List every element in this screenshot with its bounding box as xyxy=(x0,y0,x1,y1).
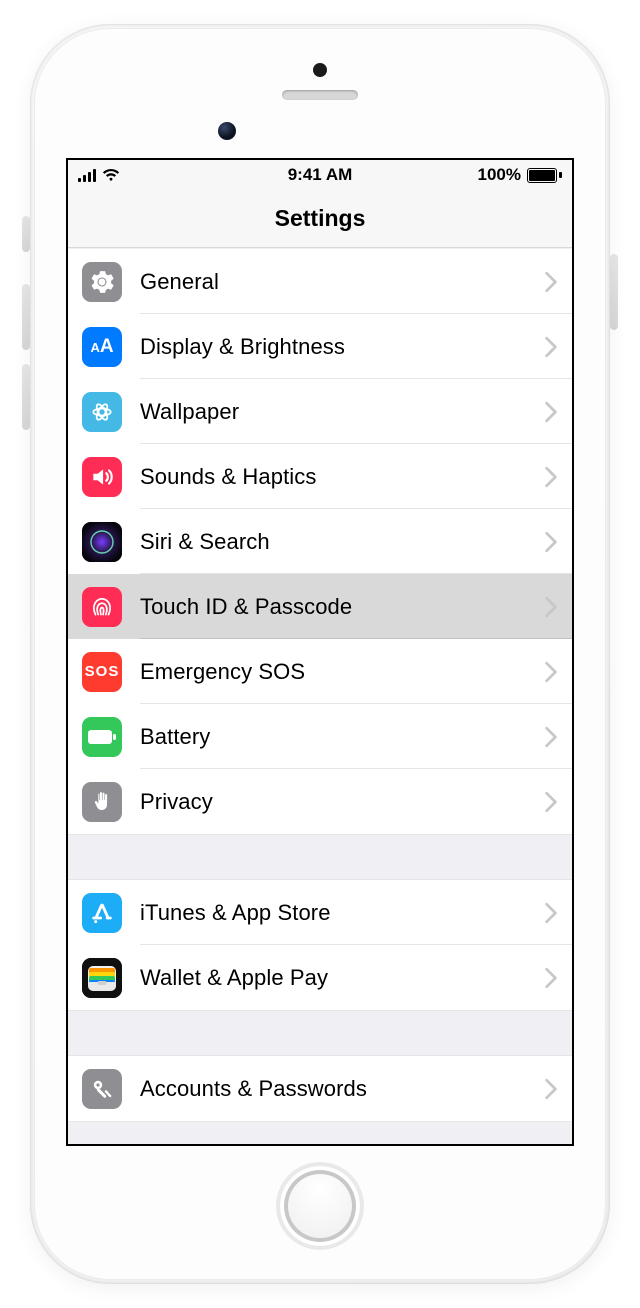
wallpaper-icon xyxy=(82,392,122,432)
sos-icon: SOS xyxy=(82,652,122,692)
navbar: Settings xyxy=(68,190,572,248)
privacy-icon xyxy=(82,782,122,822)
sounds-icon xyxy=(82,457,122,497)
screen: 9:41 AM 100% Settings xyxy=(66,158,574,1146)
power-button xyxy=(610,254,618,330)
chevron-right-icon xyxy=(544,596,558,618)
settings-row-wallpaper[interactable]: Wallpaper xyxy=(68,379,572,444)
battery-icon xyxy=(527,168,562,183)
settings-row-label: Battery xyxy=(140,724,544,750)
phone-body: 9:41 AM 100% Settings xyxy=(30,24,610,1284)
volume-down-button xyxy=(22,364,30,430)
chevron-right-icon xyxy=(544,336,558,358)
page-title: Settings xyxy=(275,205,366,232)
key-icon xyxy=(82,1069,122,1109)
front-camera-icon xyxy=(218,122,236,140)
group-gap xyxy=(68,835,572,879)
settings-row-label: Accounts & Passwords xyxy=(140,1076,544,1102)
sos-icon-text: SOS xyxy=(85,663,120,680)
stage: 9:41 AM 100% Settings xyxy=(0,0,640,1308)
chevron-right-icon xyxy=(544,531,558,553)
chevron-right-icon xyxy=(544,271,558,293)
siri-icon xyxy=(82,522,122,562)
settings-row-label: Display & Brightness xyxy=(140,334,544,360)
settings-row-label: Privacy xyxy=(140,789,544,815)
settings-row-privacy[interactable]: Privacy xyxy=(68,769,572,834)
gear-icon xyxy=(82,262,122,302)
display-icon: AA xyxy=(82,327,122,367)
appstore-icon xyxy=(82,893,122,933)
settings-row-accounts[interactable]: Accounts & Passwords xyxy=(68,1056,572,1121)
chevron-right-icon xyxy=(544,661,558,683)
battery-icon xyxy=(82,717,122,757)
settings-row-display[interactable]: AA Display & Brightness xyxy=(68,314,572,379)
settings-row-label: iTunes & App Store xyxy=(140,900,544,926)
settings-row-label: Sounds & Haptics xyxy=(140,464,544,490)
settings-row-sounds[interactable]: Sounds & Haptics xyxy=(68,444,572,509)
chevron-right-icon xyxy=(544,791,558,813)
cellular-signal-icon xyxy=(78,168,96,182)
settings-scroller[interactable]: General AA Display & Brightness xyxy=(68,249,572,1144)
battery-percent: 100% xyxy=(478,165,521,185)
settings-row-label: Siri & Search xyxy=(140,529,544,555)
settings-group-accounts: Accounts & Passwords xyxy=(68,1055,572,1122)
group-gap xyxy=(68,1011,572,1055)
touchid-icon xyxy=(82,587,122,627)
settings-group-main: General AA Display & Brightness xyxy=(68,249,572,835)
settings-row-label: General xyxy=(140,269,544,295)
settings-group-store: iTunes & App Store xyxy=(68,879,572,1011)
chevron-right-icon xyxy=(544,726,558,748)
settings-row-label: Wallet & Apple Pay xyxy=(140,965,544,991)
settings-row-label: Wallpaper xyxy=(140,399,544,425)
chevron-right-icon xyxy=(544,466,558,488)
settings-row-label: Touch ID & Passcode xyxy=(140,594,544,620)
settings-row-itunes[interactable]: iTunes & App Store xyxy=(68,880,572,945)
sensor-dot-icon xyxy=(313,63,327,77)
settings-row-label: Emergency SOS xyxy=(140,659,544,685)
settings-row-sos[interactable]: SOS Emergency SOS xyxy=(68,639,572,704)
wifi-icon xyxy=(102,168,120,182)
wallet-icon xyxy=(82,958,122,998)
status-time: 9:41 AM xyxy=(239,165,400,185)
settings-row-wallet[interactable]: Wallet & Apple Pay xyxy=(68,945,572,1010)
settings-row-general[interactable]: General xyxy=(68,249,572,314)
chevron-right-icon xyxy=(544,967,558,989)
earpiece-speaker-icon xyxy=(282,90,358,100)
settings-row-siri[interactable]: Siri & Search xyxy=(68,509,572,574)
mute-switch xyxy=(22,216,30,252)
chevron-right-icon xyxy=(544,902,558,924)
status-bar: 9:41 AM 100% xyxy=(68,160,572,190)
chevron-right-icon xyxy=(544,401,558,423)
settings-row-touchid[interactable]: Touch ID & Passcode xyxy=(68,574,572,639)
chevron-right-icon xyxy=(544,1078,558,1100)
volume-up-button xyxy=(22,284,30,350)
home-button[interactable] xyxy=(280,1166,360,1246)
phone-inner: 9:41 AM 100% Settings xyxy=(34,28,606,1280)
settings-row-battery[interactable]: Battery xyxy=(68,704,572,769)
